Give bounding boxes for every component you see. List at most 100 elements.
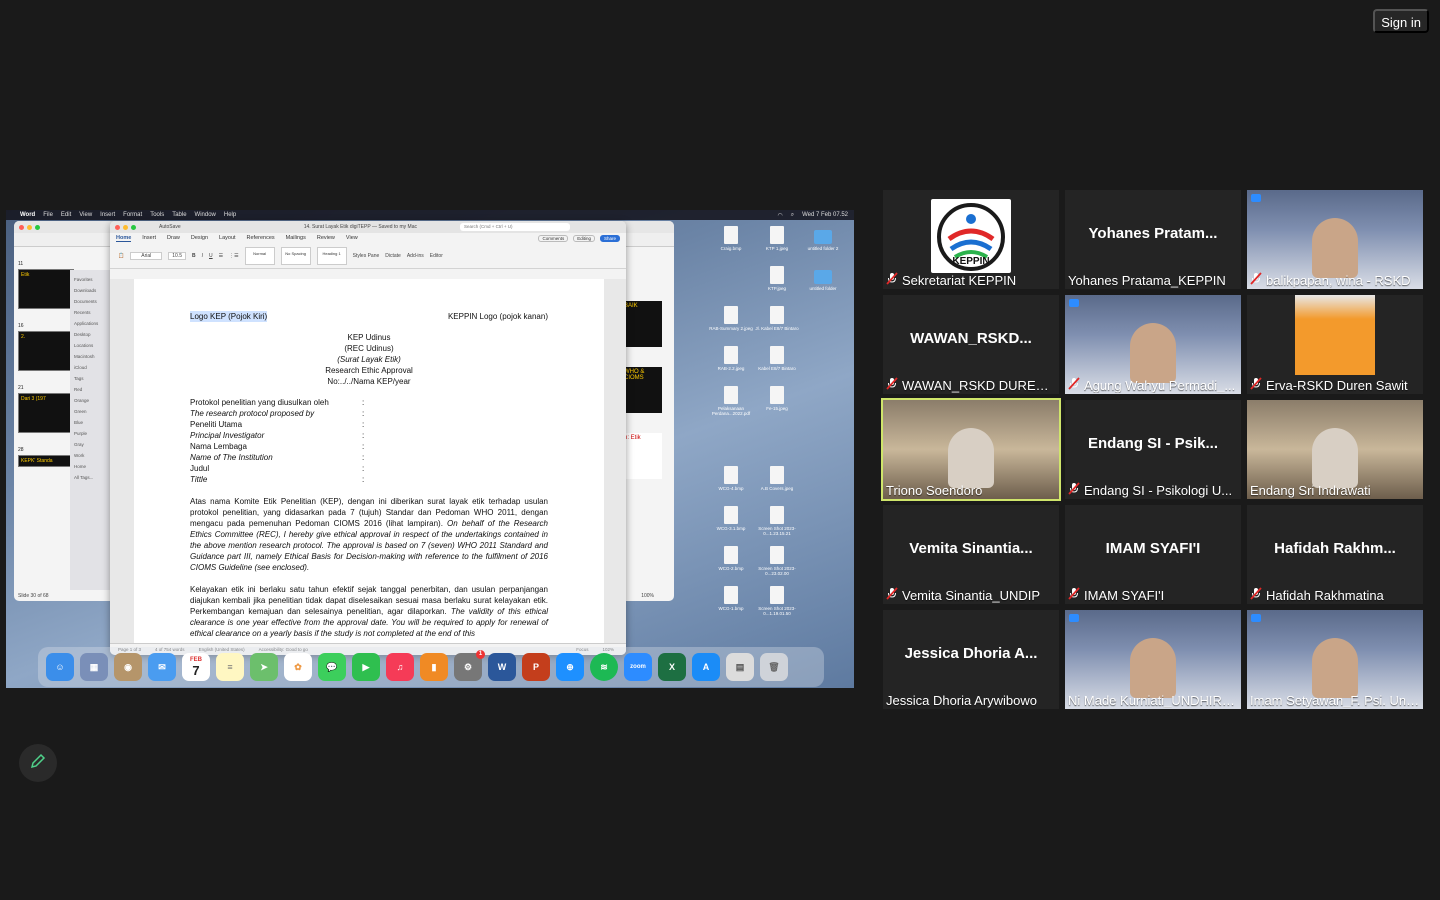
- participant-tile[interactable]: Triono Soendoro: [881, 398, 1061, 501]
- trash-icon[interactable]: 🗑: [760, 653, 788, 681]
- paste-icon[interactable]: 📋: [118, 253, 124, 259]
- editing-button[interactable]: Editing: [573, 234, 595, 242]
- facetime-icon[interactable]: ▶: [352, 653, 380, 681]
- desktop-file[interactable]: WCG-2.bmp: [708, 546, 754, 578]
- menubar-app-name[interactable]: Word: [20, 212, 35, 218]
- tab-review[interactable]: Review: [317, 235, 335, 241]
- search-input[interactable]: Search (Cmd + Ctrl + U): [459, 223, 570, 231]
- menubar-format[interactable]: Format: [123, 212, 142, 218]
- wifi-icon[interactable]: ◠: [777, 212, 782, 219]
- desktop-file[interactable]: [800, 346, 846, 378]
- desktop-file[interactable]: RAB-Summary 2.jpeg: [708, 306, 754, 338]
- participant-tile[interactable]: Vemita Sinantia... Vemita Sinantia_UNDIP: [883, 505, 1059, 604]
- word-icon[interactable]: W: [488, 653, 516, 681]
- bullets-icon[interactable]: ⋮☰: [229, 253, 238, 259]
- tab-mailings[interactable]: Mailings: [286, 235, 306, 241]
- desktop-file[interactable]: WCG-1.bmp: [708, 586, 754, 618]
- desktop-file[interactable]: Jl. Kabel E8/7 Bintaro: [754, 306, 800, 338]
- participant-tile[interactable]: Endang SI - Psik... Endang SI - Psikologi…: [1065, 400, 1241, 499]
- editor-button[interactable]: Editor: [430, 253, 443, 259]
- maps-icon[interactable]: ➤: [250, 653, 278, 681]
- dictate-button[interactable]: Dictate: [385, 253, 401, 259]
- participant-tile[interactable]: Yohanes Pratam... Yohanes Pratama_KEPPIN: [1065, 190, 1241, 289]
- tab-references[interactable]: References: [247, 235, 275, 241]
- participant-tile[interactable]: KEPPIN Sekretariat KEPPIN: [883, 190, 1059, 289]
- desktop-file[interactable]: RAB-2.2.jpeg: [708, 346, 754, 378]
- ppt-zoom[interactable]: 100%: [641, 593, 654, 599]
- underline-icon[interactable]: U: [209, 253, 213, 259]
- mail-icon[interactable]: ✉: [148, 653, 176, 681]
- desktop-file[interactable]: Kabel E8/7 Bintaro: [754, 346, 800, 378]
- styles-pane-button[interactable]: Styles Pane: [353, 253, 380, 259]
- slide-thumbnail[interactable]: KEPK' Standa: [18, 455, 74, 467]
- books-icon[interactable]: ▮: [420, 653, 448, 681]
- participant-tile[interactable]: Endang Sri Indrawati: [1247, 400, 1423, 499]
- menubar-help[interactable]: Help: [224, 212, 236, 218]
- contacts-icon[interactable]: ◉: [114, 653, 142, 681]
- comments-button[interactable]: Comments: [538, 234, 569, 242]
- desktop-file[interactable]: [800, 306, 846, 338]
- participant-tile[interactable]: Jessica Dhoria A... Jessica Dhoria Arywib…: [883, 610, 1059, 709]
- preview-icon[interactable]: ▤: [726, 653, 754, 681]
- share-button[interactable]: Share: [599, 234, 620, 242]
- desktop-file[interactable]: [800, 586, 846, 618]
- desktop-file[interactable]: [800, 506, 846, 538]
- menubar-clock[interactable]: Wed 7 Feb 07.52: [802, 212, 848, 219]
- slide-thumbnail[interactable]: 2.: [18, 331, 74, 371]
- search-icon[interactable]: ⌕: [791, 212, 794, 219]
- font-size-select[interactable]: 10.5: [168, 251, 186, 260]
- tab-design[interactable]: Design: [191, 235, 208, 241]
- desktop-file[interactable]: Screen Shot 2023-0...1.19.01.50: [754, 586, 800, 618]
- align-left-icon[interactable]: ☰: [219, 253, 223, 259]
- style-heading-1[interactable]: Heading 1: [316, 246, 347, 265]
- desktop-file[interactable]: [800, 466, 846, 498]
- close-icon[interactable]: [19, 224, 24, 230]
- app-store-icon[interactable]: A: [692, 653, 720, 681]
- photos-icon[interactable]: ✿: [284, 653, 312, 681]
- excel-icon[interactable]: X: [658, 653, 686, 681]
- font-family-select[interactable]: Arial: [130, 251, 163, 260]
- slide-preview[interactable]: n: Etik: [622, 433, 662, 479]
- slide-thumbnail[interactable]: Dari 3 (197: [18, 393, 74, 433]
- desktop-file[interactable]: [800, 386, 846, 418]
- desktop-file[interactable]: Pelaksanaan Perdana...2022.pdf: [708, 386, 754, 418]
- add-ins-button[interactable]: Add-ins: [407, 253, 424, 259]
- desktop-file[interactable]: KTP 1.jpeg: [754, 226, 800, 258]
- slide-thumbnail[interactable]: Etik: [18, 269, 74, 309]
- desktop-file[interactable]: Screen Shot 2023-0...1.23.15.21: [754, 506, 800, 538]
- menubar-window[interactable]: Window: [195, 212, 216, 218]
- desktop-file[interactable]: untitled folder: [800, 266, 846, 298]
- bold-icon[interactable]: B: [192, 253, 196, 259]
- slide-preview[interactable]: WHO & CIOMS: [622, 367, 662, 413]
- style-no-spacing[interactable]: No Spacing: [280, 246, 311, 265]
- spotify-icon[interactable]: ≋: [590, 653, 618, 681]
- sign-in-button[interactable]: Sign in: [1373, 9, 1429, 33]
- desktop-file[interactable]: [800, 426, 846, 458]
- calendar-icon[interactable]: FEB 7: [182, 653, 210, 681]
- italic-icon[interactable]: I: [202, 253, 203, 259]
- menubar-table[interactable]: Table: [172, 212, 186, 218]
- desktop-file[interactable]: WCG-4.bmp: [708, 466, 754, 498]
- zoom-app-icon[interactable]: zoom: [624, 653, 652, 681]
- finder-icon[interactable]: ☺: [46, 653, 74, 681]
- desktop-file[interactable]: [754, 426, 800, 458]
- document-page[interactable]: Logo KEP (Pojok Kiri) KEPPIN Logo (pojok…: [134, 279, 604, 643]
- participant-tile[interactable]: balikpapan, wina - RSKD: [1247, 190, 1423, 289]
- menubar-file[interactable]: File: [43, 212, 53, 218]
- style-normal[interactable]: Normal: [244, 246, 275, 265]
- tab-home[interactable]: Home: [116, 235, 132, 242]
- menubar-edit[interactable]: Edit: [61, 212, 71, 218]
- participant-tile[interactable]: Ni Made Kurniati_UNDHIRA...: [1065, 610, 1241, 709]
- desktop-file[interactable]: [708, 266, 754, 298]
- messages-icon[interactable]: 💬: [318, 653, 346, 681]
- menubar-tools[interactable]: Tools: [150, 212, 164, 218]
- autosave-toggle[interactable]: AutoSave: [159, 224, 181, 230]
- minimize-icon[interactable]: [123, 224, 128, 230]
- minimize-icon[interactable]: [27, 224, 32, 230]
- tab-layout[interactable]: Layout: [219, 235, 236, 241]
- slide-preview[interactable]: BAIK: [622, 301, 662, 347]
- desktop-file[interactable]: WCG-3.1.bmp: [708, 506, 754, 538]
- settings-icon[interactable]: ⚙ 1: [454, 650, 485, 681]
- participant-tile[interactable]: WAWAN_RSKD... WAWAN_RSKD DUREN S...: [883, 295, 1059, 394]
- desktop-file[interactable]: untitled folder 2: [800, 226, 846, 258]
